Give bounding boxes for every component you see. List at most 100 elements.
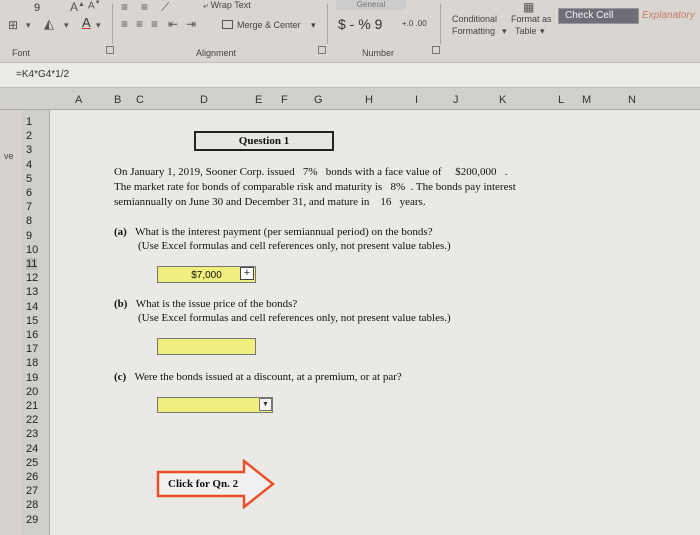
col-header-g[interactable]: G (314, 94, 323, 106)
row-header-13[interactable]: 13 (26, 286, 38, 298)
decimal-buttons[interactable]: +.0 .00 (402, 19, 427, 28)
merge-icon[interactable] (222, 20, 233, 29)
question-title-box[interactable]: Question 1 (194, 131, 334, 151)
row-header-15[interactable]: 15 (26, 315, 38, 327)
next-question-button[interactable]: Click for Qn. 2 (168, 478, 238, 490)
row-header-22[interactable]: 22 (26, 414, 38, 426)
row-header-18[interactable]: 18 (26, 357, 38, 369)
col-header-m[interactable]: M (582, 94, 591, 106)
row-header-5[interactable]: 5 (26, 173, 32, 185)
col-header-n[interactable]: N (628, 94, 636, 106)
wrap-text-button[interactable]: ⤶ Wrap Text (203, 0, 251, 11)
orientation-icon[interactable]: ⟋ (161, 0, 169, 15)
fill-dropdown-icon[interactable]: ▾ (64, 20, 69, 31)
merge-dropdown-icon[interactable]: ▾ (311, 20, 316, 31)
col-header-k[interactable]: K (499, 94, 506, 106)
row-header-26[interactable]: 26 (26, 471, 38, 483)
formula-text[interactable]: =K4*G4*1/2 (16, 69, 69, 80)
conditional-formatting-label-1[interactable]: Conditional (452, 14, 497, 24)
col-header-b[interactable]: B (114, 94, 121, 106)
row-header-7[interactable]: 7 (26, 201, 32, 213)
part-b-note: (Use Excel formulas and cell references … (138, 312, 451, 324)
format-as-table-label-1[interactable]: Format as (511, 14, 552, 24)
maturity-years: 16 (380, 196, 392, 208)
align-top-icon[interactable]: ≡ (121, 0, 128, 14)
formula-bar[interactable]: =K4*G4*1/2 (0, 62, 700, 88)
row-header-23[interactable]: 23 (26, 428, 38, 440)
row-header-12[interactable]: 12 (26, 272, 38, 284)
col-header-d[interactable]: D (200, 94, 208, 106)
wrap-text-label: Wrap Text (210, 0, 251, 10)
format-as-table-dropdown-icon[interactable]: ▾ (540, 26, 545, 37)
part-a-note: (Use Excel formulas and cell references … (138, 240, 451, 252)
group-label-number: Number (362, 48, 395, 58)
dropdown-arrow-icon[interactable]: ▼ (259, 398, 272, 411)
row-header-9[interactable]: 9 (26, 230, 32, 242)
alignment-dialog-launcher-icon[interactable] (318, 46, 326, 54)
group-label-font: Font (12, 48, 31, 58)
number-format-select[interactable]: General (336, 0, 406, 10)
row-header-2[interactable]: 2 (26, 130, 32, 142)
row-header-29[interactable]: 29 (26, 514, 38, 526)
conditional-formatting-dropdown-icon[interactable]: ▾ (502, 26, 507, 37)
col-header-i[interactable]: I (415, 94, 418, 106)
row-header-14[interactable]: 14 (26, 301, 38, 313)
merge-center-button[interactable]: Merge & Center (237, 20, 301, 30)
row-header-3[interactable]: 3 (26, 144, 32, 156)
explanatory-style[interactable]: Explanatory (642, 10, 695, 21)
font-color-dropdown-icon[interactable]: ▾ (96, 20, 101, 31)
market-rate: 8% (390, 181, 406, 193)
row-header-21[interactable]: 21 (26, 400, 38, 412)
row-header-19[interactable]: 19 (26, 372, 38, 384)
check-cell-style[interactable]: Check Cell (558, 8, 639, 24)
problem-line-1: On January 1, 2019, Sooner Corp. issued … (114, 166, 508, 178)
align-left-icon[interactable]: ≡ (121, 17, 128, 31)
decrease-indent-icon[interactable]: ⇤ (168, 17, 178, 31)
font-shrink-icon[interactable]: A▼ (88, 0, 101, 11)
problem-line-2: The market rate for bonds of comparable … (114, 181, 516, 193)
align-right-icon[interactable]: ≡ (151, 17, 158, 31)
align-center-icon[interactable]: ≡ (136, 17, 143, 31)
col-header-a[interactable]: A (75, 94, 82, 106)
number-format-buttons[interactable]: $ - % 9 (338, 16, 382, 32)
row-header-8[interactable]: 8 (26, 215, 32, 227)
conditional-formatting-label-2[interactable]: Formatting (452, 26, 495, 36)
col-header-l[interactable]: L (558, 94, 564, 106)
row-header-20[interactable]: 20 (26, 386, 38, 398)
font-dialog-launcher-icon[interactable] (106, 46, 114, 54)
row-header-16[interactable]: 16 (26, 329, 38, 341)
answer-cell-b[interactable] (157, 338, 256, 355)
col-header-h[interactable]: H (365, 94, 373, 106)
col-header-f[interactable]: F (281, 94, 288, 106)
number-dialog-launcher-icon[interactable] (432, 46, 440, 54)
row-header-24[interactable]: 24 (26, 443, 38, 455)
row-header-6[interactable]: 6 (26, 187, 32, 199)
borders-dropdown-icon[interactable]: ▾ (26, 20, 31, 31)
format-as-table-label-2[interactable]: Table (515, 26, 537, 36)
row-header-10[interactable]: 10 (26, 244, 38, 256)
problem-line-3: semiannually on June 30 and December 31,… (114, 196, 426, 208)
pane-edge (0, 110, 22, 535)
col-header-j[interactable]: J (453, 94, 459, 106)
align-middle-icon[interactable]: ≡ (141, 0, 148, 14)
side-fragment-label: ve (4, 151, 14, 161)
format-as-table-icon[interactable]: ▦ (523, 0, 534, 14)
fill-color-icon[interactable]: ◭ (44, 16, 54, 32)
row-header-27[interactable]: 27 (26, 485, 38, 497)
col-header-e[interactable]: E (255, 94, 262, 106)
ribbon: 9 A▲ A▼ ⊞ ▾ ◭ ▾ A ▾ ≡ ≡ ⟋ ⤶ Wrap Text ≡ … (0, 0, 700, 62)
col-header-c[interactable]: C (136, 94, 144, 106)
increase-indent-icon[interactable]: ⇥ (186, 17, 196, 31)
row-header-17[interactable]: 17 (26, 343, 38, 355)
row-header-25[interactable]: 25 (26, 457, 38, 469)
font-color-icon[interactable]: A (82, 15, 91, 30)
row-header-4[interactable]: 4 (26, 159, 32, 171)
font-size-box[interactable]: 9 (34, 2, 40, 14)
font-grow-icon[interactable]: A▲ (70, 0, 85, 14)
borders-icon[interactable]: ⊞ (8, 18, 18, 32)
row-header-1[interactable]: 1 (26, 116, 32, 128)
row-header-11[interactable]: 11 (26, 258, 38, 270)
row-header-28[interactable]: 28 (26, 499, 38, 511)
answer-cell-c[interactable] (157, 397, 273, 413)
cursor-plus-icon: + (240, 267, 254, 280)
